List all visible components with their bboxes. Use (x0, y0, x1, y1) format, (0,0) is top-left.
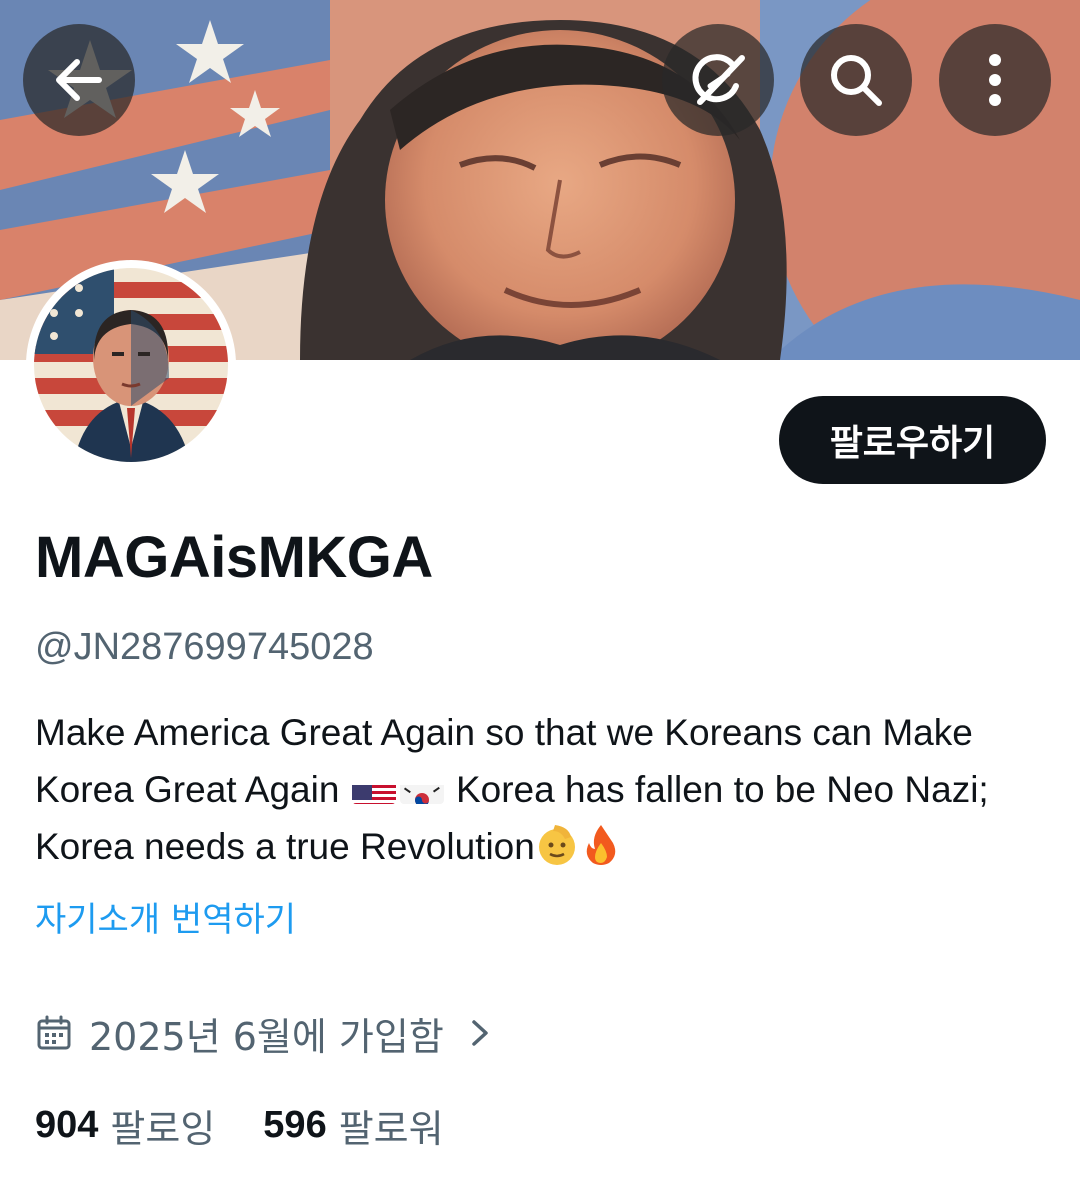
grok-icon (692, 54, 745, 105)
saluting-face-icon (535, 823, 579, 867)
more-vertical-icon (989, 54, 1001, 106)
calendar-icon (37, 1015, 71, 1050)
fire-icon (579, 823, 623, 867)
kr-flag-icon (399, 774, 444, 804)
us-flag-icon (351, 774, 396, 804)
following-label: 팔로잉 (110, 1106, 216, 1151)
search-icon (831, 55, 882, 106)
joined-date-row[interactable]: 2025년 6월에 가입함 (35, 1006, 494, 1060)
search-button[interactable] (800, 24, 912, 136)
followers-link[interactable]: 596 팔로워 (263, 1098, 443, 1153)
followers-count: 596 (263, 1103, 327, 1146)
followers-label: 팔로워 (338, 1106, 444, 1151)
chevron-right-icon (472, 1020, 488, 1046)
follow-stats: 904 팔로잉 596 팔로워 (35, 1098, 492, 1152)
arrow-left-icon (56, 59, 102, 101)
following-count: 904 (35, 1103, 99, 1146)
avatar-image (34, 268, 228, 462)
back-button[interactable] (23, 24, 135, 136)
following-link[interactable]: 904 팔로잉 (35, 1098, 215, 1153)
joined-date: 2025년 6월에 가입함 (89, 1014, 444, 1059)
grok-button[interactable] (662, 24, 774, 136)
avatar[interactable] (26, 260, 236, 470)
profile-bio: Make America Great Again so that we Kore… (35, 704, 1045, 875)
translate-bio-link[interactable]: 자기소개 번역하기 (35, 896, 296, 944)
display-name: MAGAisMKGA (35, 525, 433, 590)
follow-button[interactable]: 팔로우하기 (779, 396, 1046, 484)
user-handle: @JN287699745028 (35, 626, 374, 668)
more-button[interactable] (939, 24, 1051, 136)
